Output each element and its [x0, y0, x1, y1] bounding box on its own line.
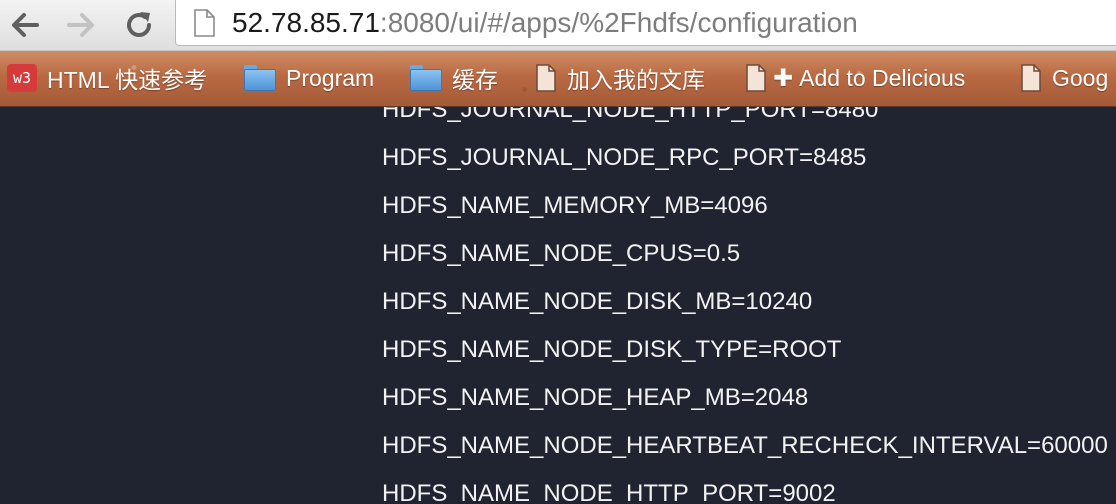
page-icon: [1021, 64, 1041, 92]
config-entry: HDFS_NAME_MEMORY_MB=4096: [382, 192, 768, 219]
folder-icon: [244, 65, 276, 91]
browser-toolbar: 52.78.85.71:8080/ui/#/apps/%2Fhdfs/confi…: [0, 0, 1116, 51]
url-text: 52.78.85.71:8080/ui/#/apps/%2Fhdfs/confi…: [232, 6, 858, 40]
config-entry: HDFS_NAME_NODE_DISK_TYPE=ROOT: [382, 336, 842, 363]
w3schools-icon: w3: [7, 64, 37, 92]
bookmark-program-folder[interactable]: Program: [244, 59, 374, 97]
config-entry: HDFS_NAME_NODE_HEARTBEAT_RECHECK_INTERVA…: [382, 432, 1108, 459]
reload-icon[interactable]: [120, 6, 158, 44]
page-icon: [193, 9, 215, 42]
bookmark-cache-folder[interactable]: 缓存: [410, 59, 498, 97]
page-icon: [746, 64, 766, 92]
bookmark-label: Program: [286, 64, 375, 91]
bookmark-label: Goog: [1052, 64, 1109, 91]
page-icon: [536, 64, 556, 92]
folder-icon: [410, 65, 442, 91]
plus-icon: ✚: [773, 64, 794, 92]
bookmark-label: Add to Delicious: [799, 64, 966, 91]
config-entry: HDFS_NAME_NODE_HEAP_MB=2048: [382, 384, 809, 411]
config-entry: HDFS_NAME_NODE_DISK_MB=10240: [382, 288, 813, 315]
config-entry: HDFS_NAME_NODE_HTTP_PORT=9002: [382, 480, 836, 504]
bookmark-goog[interactable]: Goog: [1020, 59, 1108, 97]
bookmark-add-to-delicious[interactable]: ✚ Add to Delicious: [745, 59, 965, 97]
url-host: 52.78.85.71: [232, 7, 380, 38]
configuration-list: HDFS_JOURNAL_NODE_HTTP_PORT=8480 HDFS_JO…: [382, 107, 1108, 504]
url-path: :8080/ui/#/apps/%2Fhdfs/configuration: [379, 7, 858, 38]
bookmark-add-to-library[interactable]: 加入我的文库: [535, 59, 705, 97]
back-arrow-icon[interactable]: [6, 6, 44, 44]
config-entry: HDFS_JOURNAL_NODE_HTTP_PORT=8480: [382, 107, 879, 123]
bookmark-label: HTML 快速参考: [47, 67, 208, 93]
bookmark-label: 缓存: [452, 67, 498, 93]
config-entry: HDFS_NAME_NODE_CPUS=0.5: [382, 240, 741, 267]
address-bar[interactable]: 52.78.85.71:8080/ui/#/apps/%2Fhdfs/confi…: [175, 0, 1116, 46]
bookmarks-bar: w3 HTML 快速参考 Program 缓存 加入我的文库 ✚ Add to …: [0, 51, 1116, 107]
forward-arrow-icon[interactable]: [62, 6, 100, 44]
configuration-panel: HDFS_JOURNAL_NODE_HTTP_PORT=8480 HDFS_JO…: [0, 107, 1116, 504]
bookmark-html-reference[interactable]: w3 HTML 快速参考: [7, 59, 207, 97]
bookmark-label: 加入我的文库: [567, 67, 705, 93]
config-entry: HDFS_JOURNAL_NODE_RPC_PORT=8485: [382, 144, 867, 171]
